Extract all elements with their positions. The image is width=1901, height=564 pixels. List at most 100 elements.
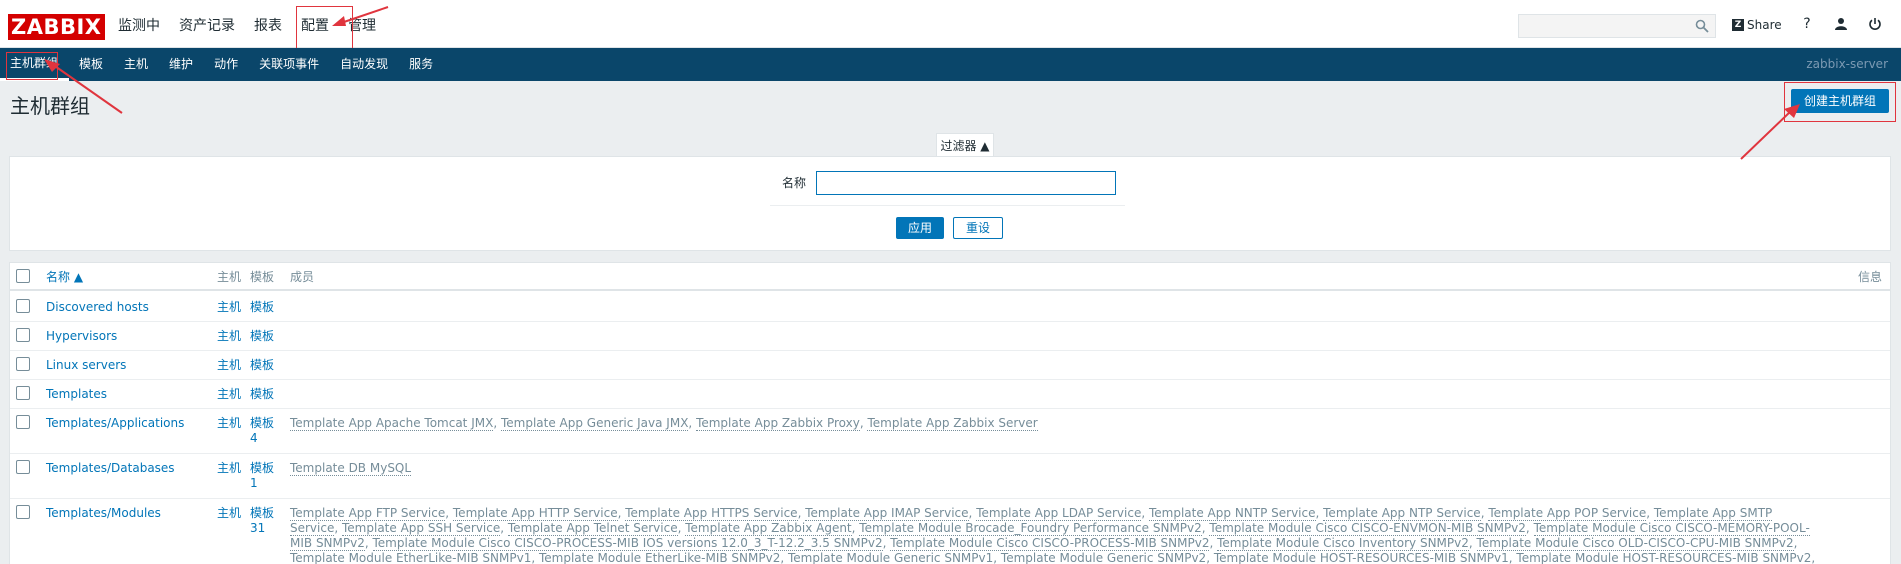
header-name[interactable]: 名称 ▲ (46, 263, 83, 291)
submenu-templates[interactable]: 模板 (69, 48, 114, 81)
templates-link[interactable]: 模板 4 (250, 416, 280, 446)
group-name-link[interactable]: Discovered hosts (46, 300, 149, 315)
member-template-link[interactable]: Template App Telnet Service (507, 521, 678, 536)
templates-link[interactable]: 模板 1 (250, 461, 280, 491)
member-template-link[interactable]: Template Module Cisco CISCO-PROCESS-MIB … (372, 536, 883, 551)
submenu-services[interactable]: 服务 (399, 48, 444, 81)
members-list: Template DB MySQL (290, 461, 1820, 476)
sub-menu-bar: 主机群组 模板 主机 维护 动作 关联项事件 自动发现 服务 zabbix-se… (0, 48, 1901, 81)
search-icon[interactable] (1695, 19, 1709, 33)
hosts-link[interactable]: 主机 (217, 300, 241, 315)
templates-link[interactable]: 模板 31 (250, 506, 280, 536)
row-checkbox[interactable] (16, 357, 30, 371)
sub-menu: 主机群组 模板 主机 维护 动作 关联项事件 自动发现 服务 (0, 48, 444, 81)
header-templates: 模板 (250, 270, 275, 284)
templates-link[interactable]: 模板 (250, 329, 274, 344)
share-z-icon: Z (1732, 19, 1744, 31)
member-template-link[interactable]: Template App Zabbix Agent (685, 521, 852, 536)
member-template-link[interactable]: Template App Generic Java JMX (500, 416, 689, 431)
submenu-maintenance[interactable]: 维护 (159, 48, 204, 81)
header-hosts: 主机 (217, 270, 242, 284)
help-icon[interactable]: ? (1797, 14, 1817, 34)
main-menu: 监测中 资产记录 报表 配置 管理 (118, 0, 395, 48)
group-name-link[interactable]: Templates/Applications (46, 416, 184, 431)
submenu-event-correlation[interactable]: 关联项事件 (249, 48, 330, 81)
member-template-link[interactable]: Template Module Brocade_Foundry Performa… (859, 521, 1202, 536)
top-header: ZABBIX 监测中 资产记录 报表 配置 管理 Z Share ? (0, 0, 1901, 48)
member-template-link[interactable]: Template Module EtherLike-MIB SNMPv2 (538, 551, 781, 564)
hosts-link[interactable]: 主机 (217, 387, 241, 402)
filter-reset-button[interactable]: 重设 (953, 217, 1003, 239)
logout-icon[interactable] (1865, 14, 1885, 34)
member-template-link[interactable]: Template Module Cisco CISCO-PROCESS-MIB … (890, 536, 1210, 551)
row-checkbox[interactable] (16, 505, 30, 519)
member-template-link[interactable]: Template App HTTP Service (452, 506, 618, 521)
global-search-input[interactable] (1518, 14, 1716, 38)
row-checkbox[interactable] (16, 299, 30, 313)
member-template-link[interactable]: Template App SSH Service (342, 521, 501, 536)
member-template-link[interactable]: Template Module Cisco OLD-CISCO-CPU-MIB … (1476, 536, 1794, 551)
zabbix-logo[interactable]: ZABBIX (8, 14, 105, 40)
member-template-link[interactable]: Template App Zabbix Proxy (696, 416, 860, 431)
member-template-link[interactable]: Template App FTP Service (290, 506, 446, 521)
hosts-link[interactable]: 主机 (217, 506, 241, 521)
member-template-link[interactable]: Template App NNTP Service (1148, 506, 1316, 521)
members-list: Template App Apache Tomcat JMX, Template… (290, 416, 1038, 431)
table-row: Linux servers 主机 模板 (10, 351, 1890, 380)
table-row: Hypervisors 主机 模板 (10, 322, 1890, 351)
filter-divider (770, 205, 1125, 206)
hosts-link[interactable]: 主机 (217, 329, 241, 344)
members-list: Template App FTP Service, Template App H… (290, 506, 1816, 564)
annotation-highlight-host-groups (6, 52, 58, 80)
select-all-checkbox[interactable] (16, 269, 30, 283)
menu-reports[interactable]: 报表 (254, 0, 282, 48)
member-template-link[interactable]: Template App Apache Tomcat JMX (290, 416, 494, 431)
table-header: 名称 ▲ 主机 模板 成员 信息 (10, 263, 1890, 291)
templates-link[interactable]: 模板 (250, 358, 274, 373)
header-members: 成员 (290, 270, 315, 284)
filter-tab[interactable]: 过滤器 ▲ (936, 133, 994, 157)
submenu-hosts[interactable]: 主机 (114, 48, 159, 81)
hosts-link[interactable]: 主机 (217, 358, 241, 373)
member-template-link[interactable]: Template Module Generic SNMPv2 (1000, 551, 1207, 564)
submenu-discovery[interactable]: 自动发现 (330, 48, 399, 81)
group-name-link[interactable]: Templates (46, 387, 107, 402)
user-icon[interactable] (1831, 14, 1851, 34)
page-title: 主机群组 (10, 94, 90, 118)
member-template-link[interactable]: Template Module Cisco Inventory SNMPv2 (1217, 536, 1469, 551)
member-template-link[interactable]: Template Module HOST-RESOURCES-MIB SNMPv… (1213, 551, 1509, 564)
member-template-link[interactable]: Template DB MySQL (290, 461, 412, 476)
row-checkbox[interactable] (16, 328, 30, 342)
row-checkbox[interactable] (16, 460, 30, 474)
hosts-link[interactable]: 主机 (217, 416, 241, 431)
menu-monitoring[interactable]: 监测中 (118, 0, 160, 48)
templates-link[interactable]: 模板 (250, 300, 274, 315)
row-checkbox[interactable] (16, 386, 30, 400)
share-label: Share (1747, 18, 1782, 32)
submenu-actions[interactable]: 动作 (204, 48, 249, 81)
member-template-link[interactable]: Template App Zabbix Server (867, 416, 1038, 431)
group-name-link[interactable]: Hypervisors (46, 329, 117, 344)
share-link[interactable]: Z Share (1732, 18, 1782, 32)
table-row: Discovered hosts 主机 模板 (10, 293, 1890, 322)
group-name-link[interactable]: Templates/Databases (46, 461, 175, 476)
member-template-link[interactable]: Template App POP Service (1488, 506, 1647, 521)
create-host-group-button[interactable]: 创建主机群组 (1791, 89, 1889, 113)
templates-link[interactable]: 模板 (250, 387, 274, 402)
member-template-link[interactable]: Template Module Cisco CISCO-ENVMON-MIB S… (1209, 521, 1526, 536)
table-row: Templates 主机 模板 (10, 380, 1890, 409)
member-template-link[interactable]: Template App HTTPS Service (625, 506, 798, 521)
hosts-link[interactable]: 主机 (217, 461, 241, 476)
filter-apply-button[interactable]: 应用 (896, 217, 944, 239)
menu-inventory[interactable]: 资产记录 (179, 0, 235, 48)
member-template-link[interactable]: Template Module Generic SNMPv1 (787, 551, 994, 564)
group-name-link[interactable]: Linux servers (46, 358, 126, 373)
member-template-link[interactable]: Template Module HOST-RESOURCES-MIB SNMPv… (1516, 551, 1812, 564)
group-name-link[interactable]: Templates/Modules (46, 506, 161, 521)
row-checkbox[interactable] (16, 415, 30, 429)
filter-name-input[interactable] (816, 171, 1116, 195)
member-template-link[interactable]: Template App IMAP Service (805, 506, 969, 521)
member-template-link[interactable]: Template App LDAP Service (976, 506, 1142, 521)
member-template-link[interactable]: Template App NTP Service (1323, 506, 1481, 521)
member-template-link[interactable]: Template Module EtherLike-MIB SNMPv1 (290, 551, 532, 564)
